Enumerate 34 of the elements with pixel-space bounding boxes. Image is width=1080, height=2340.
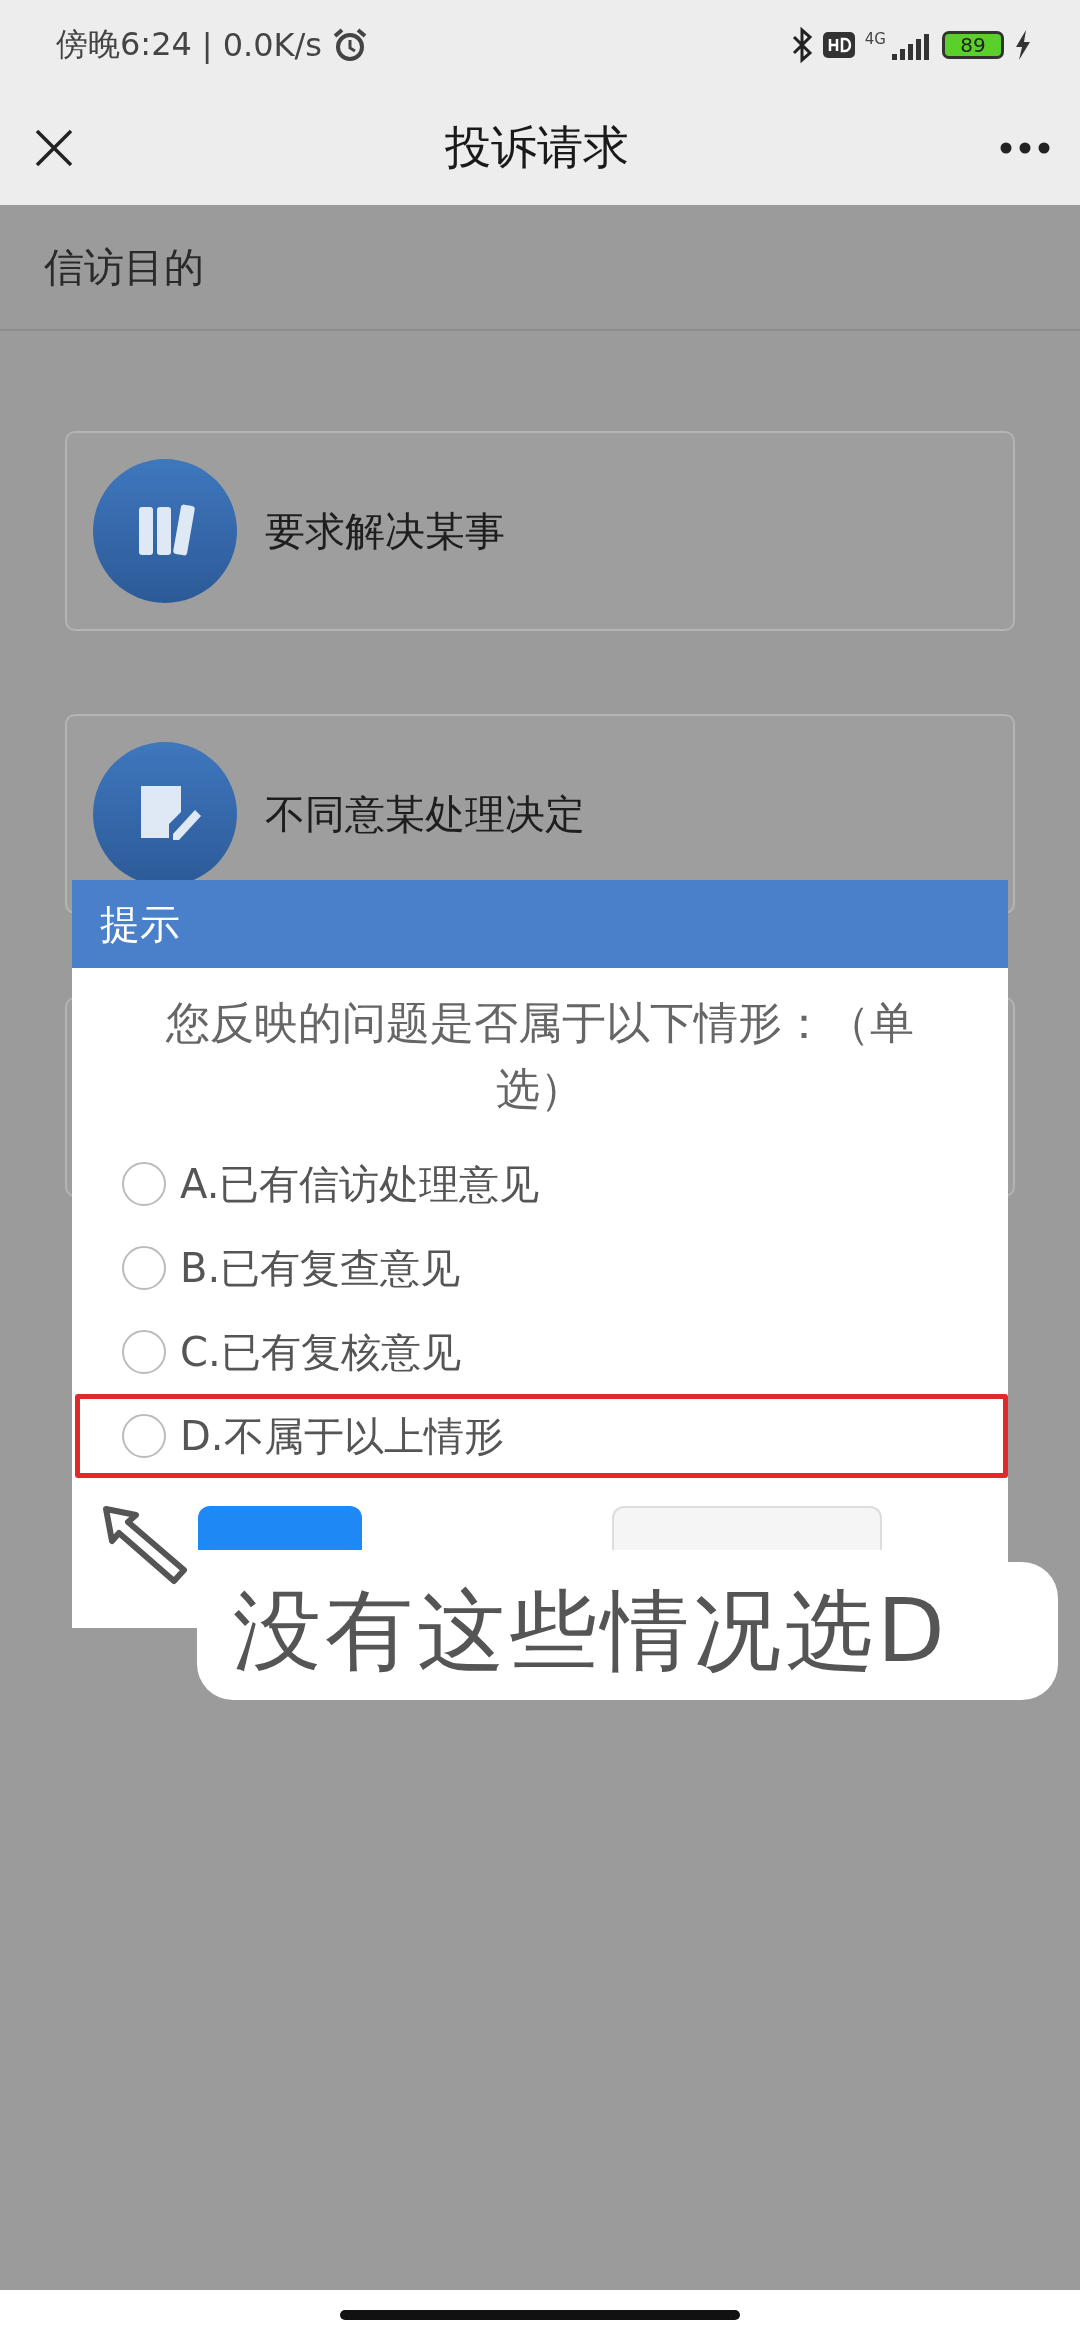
status-divider: | [201, 26, 213, 64]
home-indicator[interactable] [340, 2310, 740, 2320]
option-label: B.已有复查意见 [180, 1243, 461, 1293]
card-label: 要求解决某事 [265, 506, 505, 556]
option-label: D.不属于以上情形 [180, 1411, 504, 1461]
back-button[interactable] [612, 1506, 882, 1550]
close-icon[interactable] [34, 127, 74, 168]
radio-button[interactable] [122, 1414, 166, 1458]
bluetooth-icon [790, 27, 813, 63]
radio-button[interactable] [122, 1162, 166, 1206]
option-label: C.已有复核意见 [180, 1327, 461, 1377]
option-row[interactable]: C.已有复核意见 [75, 1310, 1008, 1394]
option-row[interactable]: A.已有信访处理意见 [75, 1142, 1008, 1226]
alarm-icon [331, 27, 368, 63]
more-icon[interactable] [1000, 141, 1050, 154]
card-label: 不同意某处理决定 [265, 789, 585, 839]
battery-icon: 89 [942, 31, 1004, 59]
radio-button[interactable] [122, 1246, 166, 1290]
radio-button[interactable] [122, 1330, 166, 1374]
option-label: A.已有信访处理意见 [180, 1159, 540, 1209]
option-row[interactable]: D.不属于以上情形 [75, 1394, 1008, 1478]
page-title: 投诉请求 [444, 118, 630, 176]
option-row[interactable]: B.已有复查意见 [75, 1226, 1008, 1310]
network-type: 4G [864, 30, 886, 48]
status-time: 傍晚6:24 [56, 24, 192, 65]
network-speed: 0.0K/s [222, 26, 322, 64]
section-label: 信访目的 [44, 242, 204, 292]
purpose-card[interactable]: 要求解决某事 [65, 431, 1015, 631]
hd-icon [822, 32, 855, 58]
caption-text: 没有这些情况选D [233, 1577, 949, 1684]
card-icon [93, 459, 237, 603]
dialog-question: 您反映的问题是否属于以下情形：（单选） [165, 996, 915, 1116]
confirm-button[interactable] [198, 1506, 362, 1550]
charging-icon [1014, 30, 1032, 60]
